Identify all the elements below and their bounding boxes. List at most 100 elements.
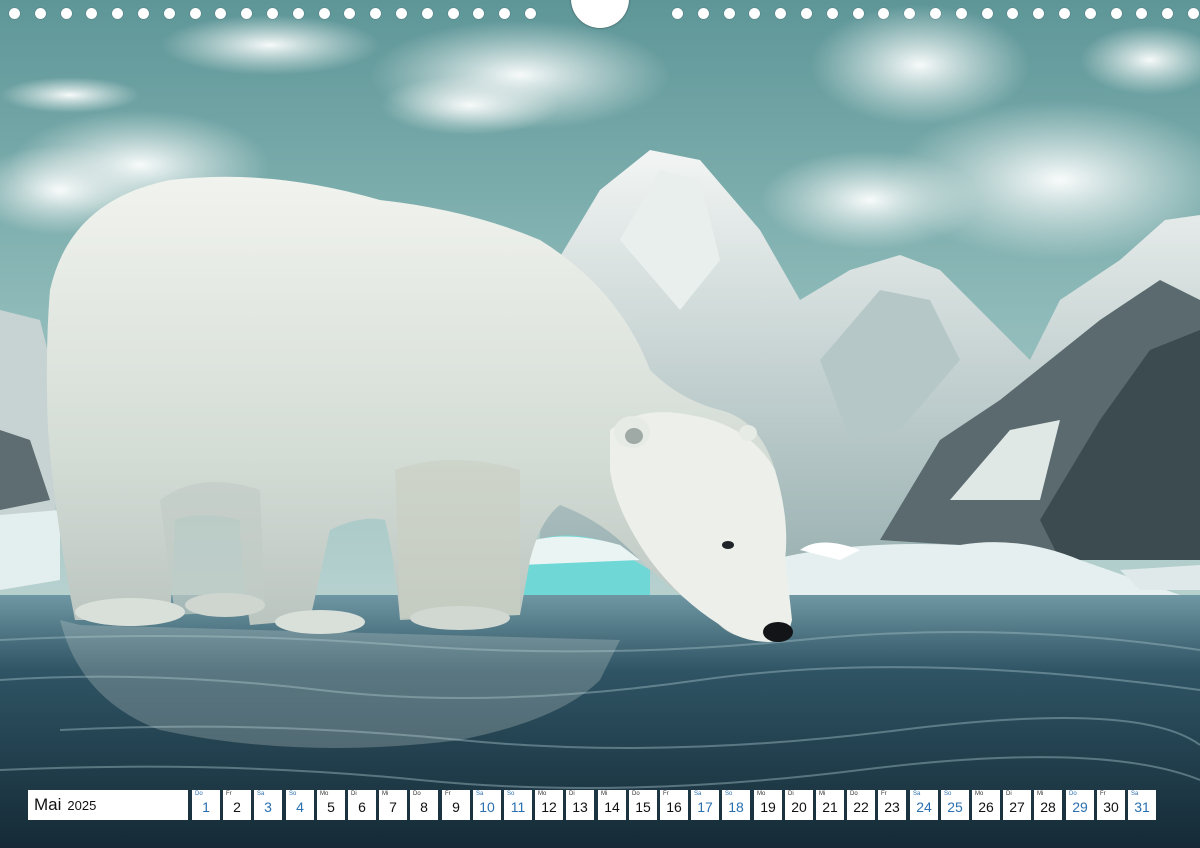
binding-hole xyxy=(344,8,355,19)
calendar-day: Mo 5 xyxy=(317,790,345,820)
day-of-week: Fr xyxy=(445,791,451,797)
binding-hole xyxy=(112,8,123,19)
day-of-week: So xyxy=(944,791,952,797)
calendar-day: Sa 3 xyxy=(254,790,282,820)
binding-hole xyxy=(982,8,993,19)
binding-hole xyxy=(164,8,175,19)
calendar-day: Di 6 xyxy=(348,790,376,820)
day-of-week: Sa xyxy=(476,791,484,797)
binding-hole xyxy=(930,8,941,19)
binding-hole xyxy=(473,8,484,19)
day-of-week: Sa xyxy=(694,791,702,797)
day-number: 1 xyxy=(202,799,210,815)
day-of-week: Do xyxy=(195,791,203,797)
day-of-week: So xyxy=(289,791,297,797)
calendar-day: Di 27 xyxy=(1003,790,1031,820)
spiral-binding xyxy=(0,0,1200,28)
calendar-day: Do 15 xyxy=(629,790,657,820)
day-of-week: Mo xyxy=(757,791,766,797)
day-number: 9 xyxy=(452,799,460,815)
binding-hole xyxy=(61,8,72,19)
calendar-day: Do 1 xyxy=(192,790,220,820)
day-number: 21 xyxy=(822,799,838,815)
binding-hole xyxy=(775,8,786,19)
day-number: 23 xyxy=(884,799,900,815)
calendar-day: Fr 9 xyxy=(442,790,470,820)
day-of-week: Sa xyxy=(257,791,265,797)
day-number: 7 xyxy=(389,799,397,815)
month-year: 2025 xyxy=(67,797,97,813)
calendar-day: Di 20 xyxy=(785,790,813,820)
calendar-bar: Mai 2025 Do 1 Fr 2 Sa 3 So 4 Mo 5 Di 6 Mi 7 Do 8 Fr 9 Sa 10… xyxy=(28,790,1174,820)
day-of-week: Fr xyxy=(881,791,887,797)
day-of-week: Di xyxy=(1006,791,1012,797)
month-label: Mai 2025 xyxy=(28,790,188,820)
day-number: 14 xyxy=(604,799,620,815)
calendar-day: Sa 31 xyxy=(1128,790,1156,820)
binding-hole xyxy=(396,8,407,19)
binding-hole xyxy=(267,8,278,19)
day-of-week: Fr xyxy=(226,791,232,797)
day-of-week: Mi xyxy=(819,791,826,797)
calendar-day: Mo 12 xyxy=(535,790,563,820)
binding-hole xyxy=(827,8,838,19)
day-number: 10 xyxy=(479,799,495,815)
day-of-week: Mi xyxy=(382,791,389,797)
binding-hole xyxy=(1007,8,1018,19)
calendar-day: So 4 xyxy=(286,790,314,820)
day-number: 28 xyxy=(1040,799,1056,815)
binding-hole xyxy=(1033,8,1044,19)
binding-hole xyxy=(724,8,735,19)
binding-hole xyxy=(853,8,864,19)
day-of-week: Fr xyxy=(1100,791,1106,797)
day-of-week: Do xyxy=(850,791,858,797)
binding-hole xyxy=(672,8,683,19)
binding-hole xyxy=(1059,8,1070,19)
binding-hole xyxy=(9,8,20,19)
binding-hole xyxy=(35,8,46,19)
calendar-day: Mi 21 xyxy=(816,790,844,820)
day-number: 4 xyxy=(296,799,304,815)
binding-hole xyxy=(878,8,889,19)
day-of-week: Fr xyxy=(663,791,669,797)
day-number: 30 xyxy=(1103,799,1119,815)
day-of-week: Di xyxy=(788,791,794,797)
calendar-day: Fr 16 xyxy=(660,790,688,820)
calendar-day: Mi 14 xyxy=(598,790,626,820)
binding-hole xyxy=(422,8,433,19)
calendar-day: So 25 xyxy=(941,790,969,820)
calendar-day: Mo 26 xyxy=(972,790,1000,820)
day-of-week: Mo xyxy=(538,791,547,797)
day-number: 27 xyxy=(1009,799,1025,815)
day-of-week: Mi xyxy=(1037,791,1044,797)
day-of-week: Mi xyxy=(601,791,608,797)
day-number: 24 xyxy=(916,799,932,815)
day-of-week: Sa xyxy=(913,791,921,797)
calendar-day: Do 22 xyxy=(847,790,875,820)
calendar-day: Mi 7 xyxy=(379,790,407,820)
day-number: 11 xyxy=(510,799,526,815)
day-of-week: Mo xyxy=(320,791,329,797)
binding-hole xyxy=(190,8,201,19)
day-number: 2 xyxy=(233,799,241,815)
binding-hole xyxy=(241,8,252,19)
binding-hole xyxy=(1136,8,1147,19)
day-number: 8 xyxy=(420,799,428,815)
day-of-week: Do xyxy=(1069,791,1077,797)
binding-hole xyxy=(525,8,536,19)
calendar-day: Sa 24 xyxy=(910,790,938,820)
calendar-day: Sa 10 xyxy=(473,790,501,820)
day-number: 26 xyxy=(978,799,994,815)
day-of-week: Do xyxy=(413,791,421,797)
calendar-day: Mo 19 xyxy=(754,790,782,820)
binding-hole xyxy=(448,8,459,19)
binding-hole xyxy=(749,8,760,19)
day-number: 16 xyxy=(666,799,682,815)
day-of-week: Di xyxy=(351,791,357,797)
day-number: 25 xyxy=(947,799,963,815)
day-number: 18 xyxy=(728,799,744,815)
binding-hole xyxy=(698,8,709,19)
calendar-day: Fr 23 xyxy=(878,790,906,820)
day-number: 20 xyxy=(791,799,807,815)
hanger-cutout xyxy=(571,0,629,28)
